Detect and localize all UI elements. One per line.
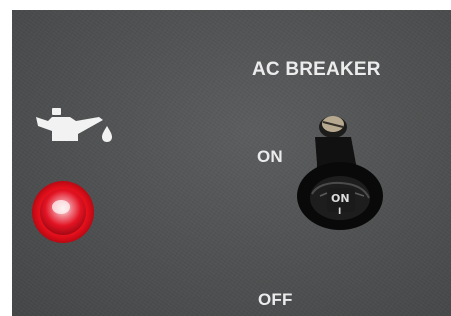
ac-breaker-switch[interactable]: ON I (286, 110, 396, 260)
switch-i-text: I (338, 207, 341, 217)
switch-on-text: ON (331, 192, 350, 205)
breaker-off-label: OFF (258, 290, 293, 309)
oil-warning-light (32, 181, 94, 243)
generator-control-panel: AC BREAKER ON OFF ON I (12, 10, 451, 316)
ac-breaker-label: AC BREAKER (252, 59, 381, 80)
breaker-on-label: ON (257, 147, 283, 166)
oil-can-icon (36, 108, 112, 142)
